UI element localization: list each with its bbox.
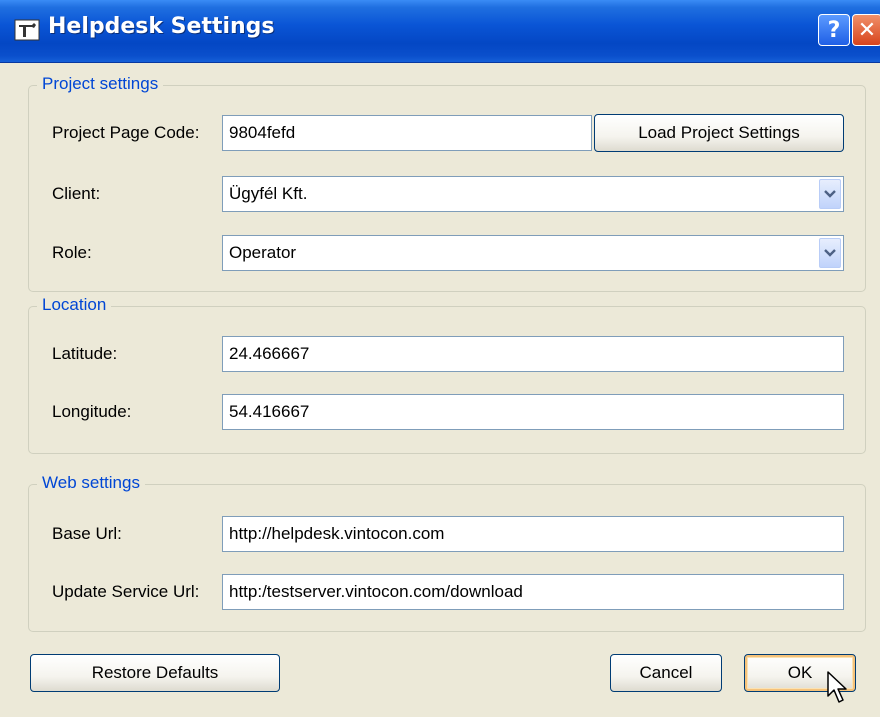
base-url-input[interactable]: http://helpdesk.vintocon.com xyxy=(222,516,844,552)
project-page-code-input[interactable]: 9804fefd xyxy=(222,115,592,151)
mouse-pointer-icon xyxy=(827,671,847,703)
project-settings-legend: Project settings xyxy=(37,74,164,94)
help-button[interactable]: ? xyxy=(818,14,850,46)
web-settings-legend: Web settings xyxy=(37,473,145,493)
location-legend: Location xyxy=(37,295,112,315)
longitude-input[interactable]: 54.416667 xyxy=(222,394,844,430)
longitude-label: Longitude: xyxy=(52,402,132,421)
latitude-label: Latitude: xyxy=(52,344,118,363)
chevron-down-icon[interactable] xyxy=(819,179,841,209)
cancel-button[interactable]: Cancel xyxy=(610,654,722,692)
base-url-label: Base Url: xyxy=(52,524,122,543)
window-title: Helpdesk Settings xyxy=(48,14,275,39)
update-service-url-label: Update Service Url: xyxy=(52,582,200,601)
app-icon xyxy=(14,19,40,41)
update-service-url-input[interactable]: http:/testserver.vintocon.com/download xyxy=(222,574,844,610)
client-label: Client: xyxy=(52,184,101,203)
project-page-code-label: Project Page Code: xyxy=(52,123,200,142)
restore-defaults-button[interactable]: Restore Defaults xyxy=(30,654,280,692)
close-button[interactable]: ✕ xyxy=(852,14,880,46)
load-project-settings-button[interactable]: Load Project Settings xyxy=(594,114,844,152)
latitude-input[interactable]: 24.466667 xyxy=(222,336,844,372)
client-select-value: Ügyfél Kft. xyxy=(229,184,308,203)
title-bar[interactable]: Helpdesk Settings ? ✕ xyxy=(0,0,880,63)
role-select-value: Operator xyxy=(229,243,297,262)
role-select[interactable]: Operator xyxy=(222,235,844,271)
location-group: Location xyxy=(28,295,866,454)
client-select[interactable]: Ügyfél Kft. xyxy=(222,176,844,212)
role-label: Role: xyxy=(52,243,92,262)
chevron-down-icon[interactable] xyxy=(819,238,841,268)
